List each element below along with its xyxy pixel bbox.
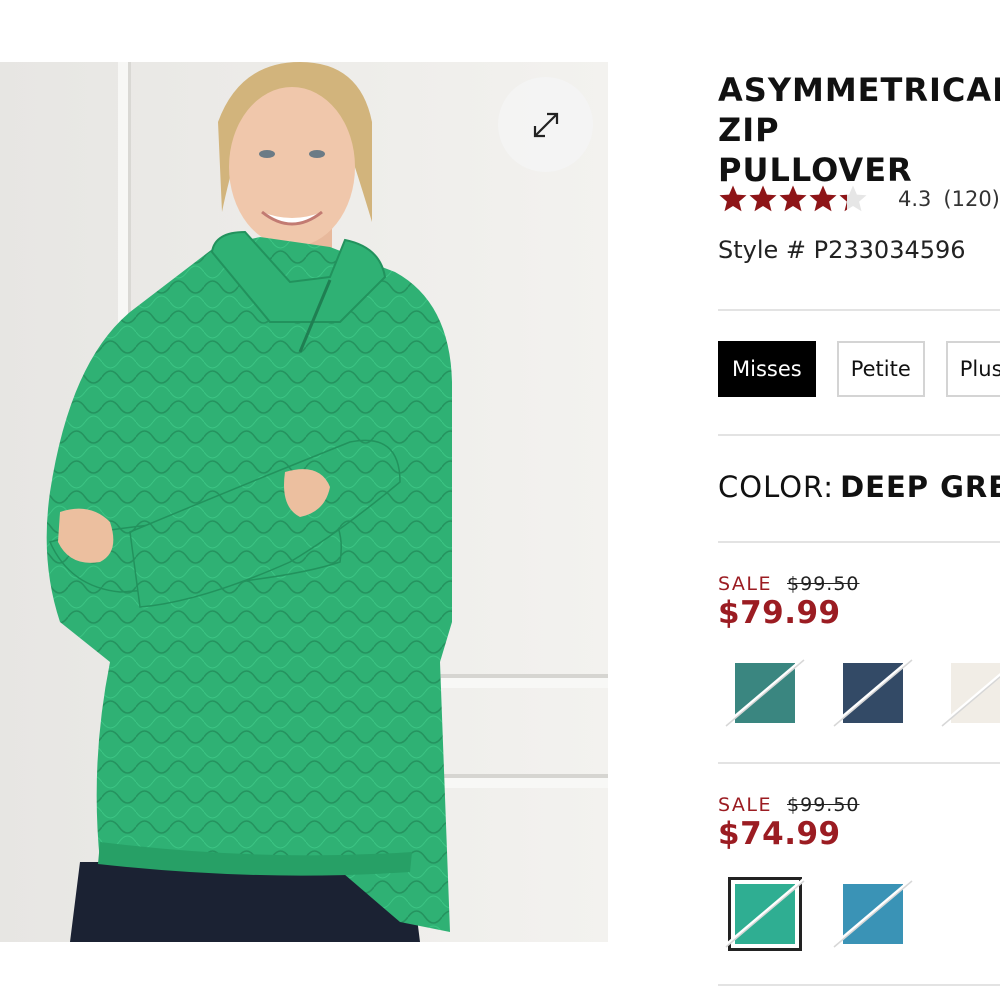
swatch-fill bbox=[843, 884, 903, 944]
model-photo bbox=[0, 62, 608, 942]
rating-row[interactable]: 4.3 (120) bbox=[718, 184, 1000, 214]
expand-icon bbox=[529, 108, 563, 142]
deep-green-swatch[interactable] bbox=[718, 871, 805, 951]
rating-value: 4.3 bbox=[898, 187, 932, 211]
size-tab-misses[interactable]: Misses bbox=[718, 341, 816, 397]
product-title: ASYMMETRICAL ZIP PULLOVER bbox=[718, 71, 1000, 189]
swatch-fill bbox=[735, 884, 795, 944]
divider bbox=[718, 309, 1000, 311]
color-swatch-group bbox=[718, 650, 1000, 727]
swatch-fill bbox=[843, 663, 903, 723]
original-price: $99.50 bbox=[787, 794, 860, 816]
product-image[interactable] bbox=[0, 62, 608, 942]
divider bbox=[718, 762, 1000, 764]
star-rating bbox=[718, 184, 868, 214]
sale-price: $74.99 bbox=[718, 816, 841, 852]
star-icon bbox=[839, 185, 867, 212]
color-selection-label: COLOR:DEEP GREEN bbox=[718, 470, 1000, 504]
sale-label: SALE bbox=[718, 794, 773, 816]
size-tab-plus[interactable]: Plus bbox=[945, 341, 1000, 397]
blue-swatch[interactable] bbox=[826, 871, 913, 948]
size-range-tabs: Misses Petite Plus bbox=[718, 341, 1000, 397]
star-icon bbox=[779, 185, 807, 212]
sale-price: $79.99 bbox=[718, 595, 841, 631]
divider bbox=[718, 541, 1000, 543]
color-swatch-group bbox=[718, 871, 913, 951]
price-group: SALE $99.50 $74.99 bbox=[718, 794, 860, 852]
star-icon bbox=[809, 185, 837, 212]
product-info: ASYMMETRICAL ZIP PULLOVER 4.3 (120) Styl… bbox=[718, 0, 1000, 1000]
original-price: $99.50 bbox=[787, 573, 860, 595]
divider bbox=[718, 434, 1000, 436]
price-group: SALE $99.50 $79.99 bbox=[718, 573, 860, 631]
size-tab-petite[interactable]: Petite bbox=[836, 341, 925, 397]
zoom-button[interactable] bbox=[498, 77, 593, 172]
star-icon bbox=[719, 185, 747, 212]
divider bbox=[718, 984, 1000, 986]
swatch-fill bbox=[735, 663, 795, 723]
review-count-link[interactable]: (120) bbox=[943, 187, 999, 211]
color-label: COLOR: bbox=[718, 470, 835, 504]
sale-label: SALE bbox=[718, 573, 773, 595]
star-icon bbox=[749, 185, 777, 212]
style-number: Style # P233034596 bbox=[718, 236, 966, 264]
ivory-swatch[interactable] bbox=[934, 650, 1000, 727]
color-value: DEEP GREEN bbox=[840, 470, 1000, 504]
teal-swatch[interactable] bbox=[718, 650, 805, 727]
product-page: ASYMMETRICAL ZIP PULLOVER 4.3 (120) Styl… bbox=[0, 0, 1000, 1000]
navy-swatch[interactable] bbox=[826, 650, 913, 727]
swatch-fill bbox=[951, 663, 1000, 723]
